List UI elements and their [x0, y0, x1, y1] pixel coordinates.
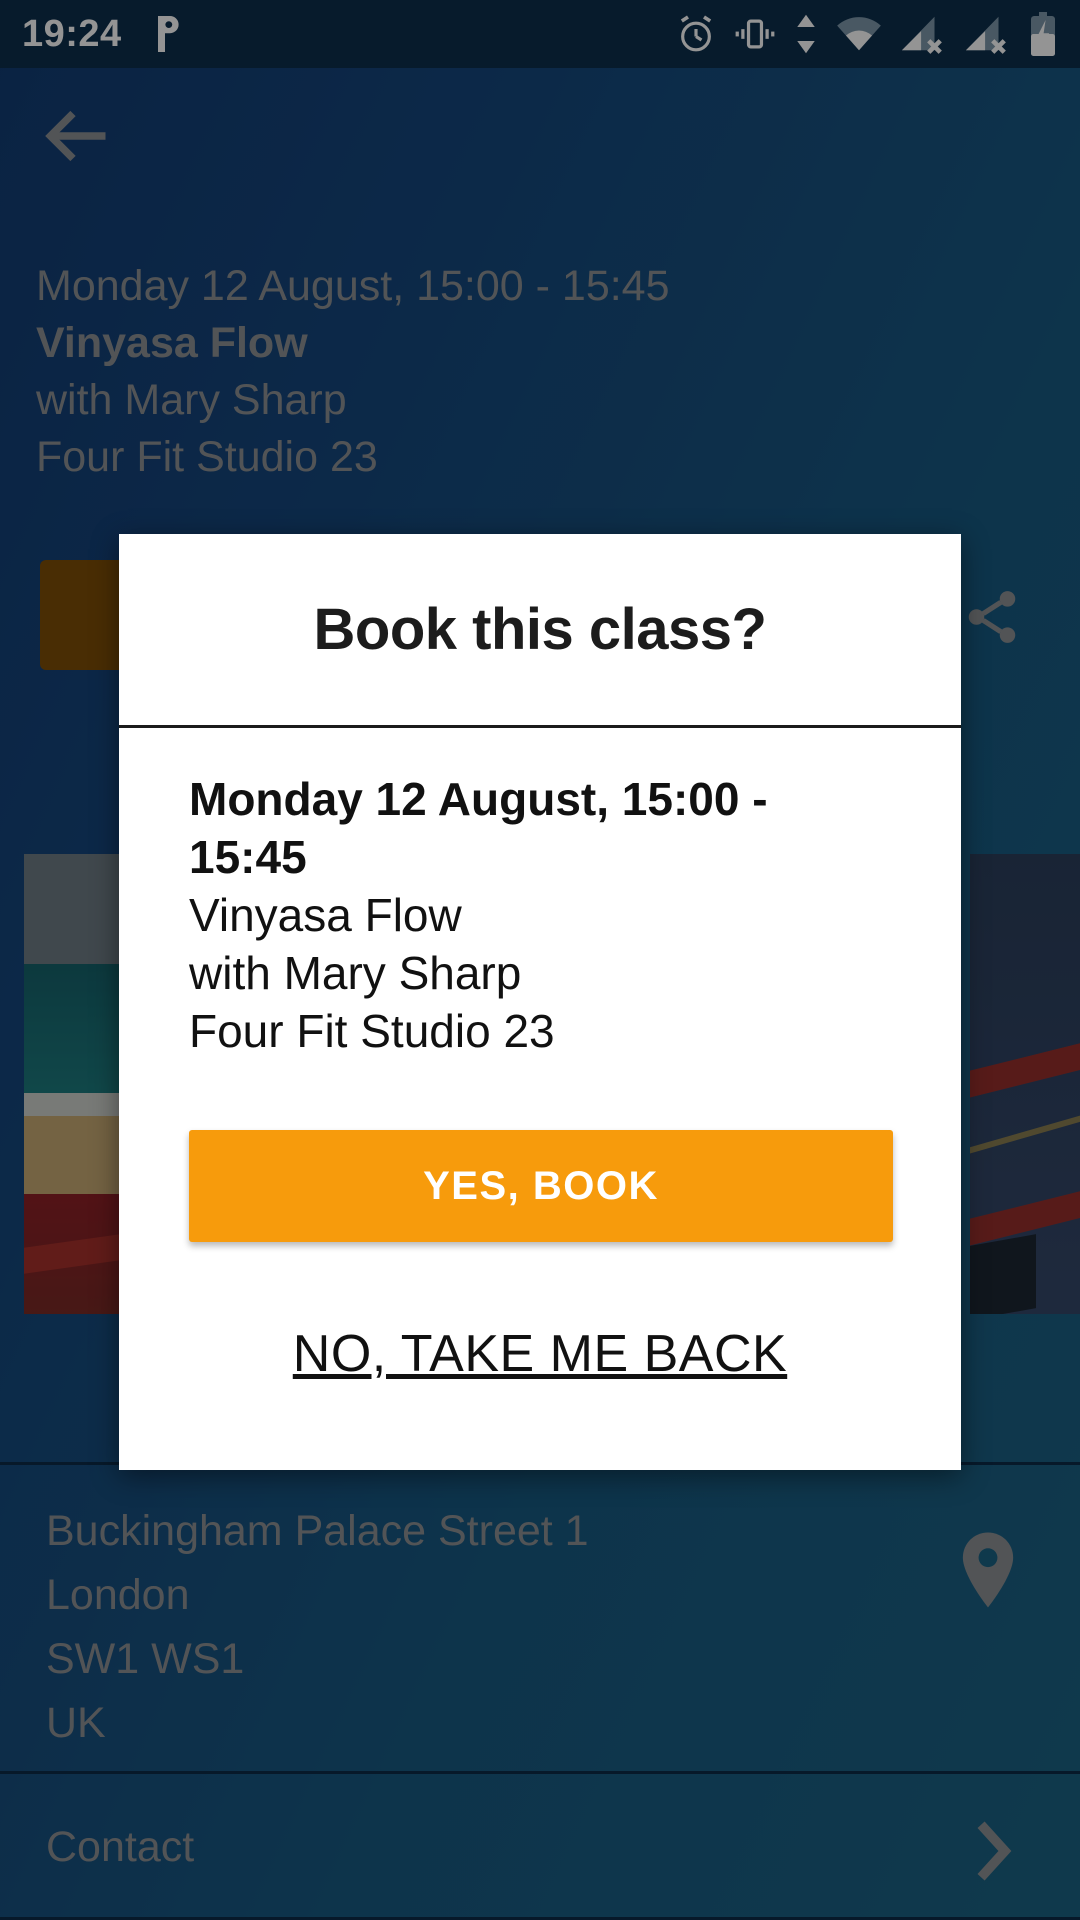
dialog-title: Book this class? — [313, 597, 767, 662]
dialog-class-details: Monday 12 August, 15:00 - 15:45 Vinyasa … — [189, 770, 891, 1060]
dialog-detail-title: Vinyasa Flow — [189, 889, 462, 941]
booking-confirmation-dialog: Book this class? Monday 12 August, 15:00… — [119, 534, 961, 1470]
dialog-body: Monday 12 August, 15:00 - 15:45 Vinyasa … — [119, 728, 961, 1470]
no-take-me-back-button[interactable]: NO, TAKE ME BACK — [293, 1324, 787, 1470]
dialog-detail-instructor: with Mary Sharp — [189, 947, 522, 999]
dialog-detail-studio: Four Fit Studio 23 — [189, 1005, 555, 1057]
dialog-detail-datetime: Monday 12 August, 15:00 - 15:45 — [189, 773, 768, 883]
yes-book-button[interactable]: YES, BOOK — [189, 1130, 893, 1242]
dialog-title-bar: Book this class? — [119, 534, 961, 728]
